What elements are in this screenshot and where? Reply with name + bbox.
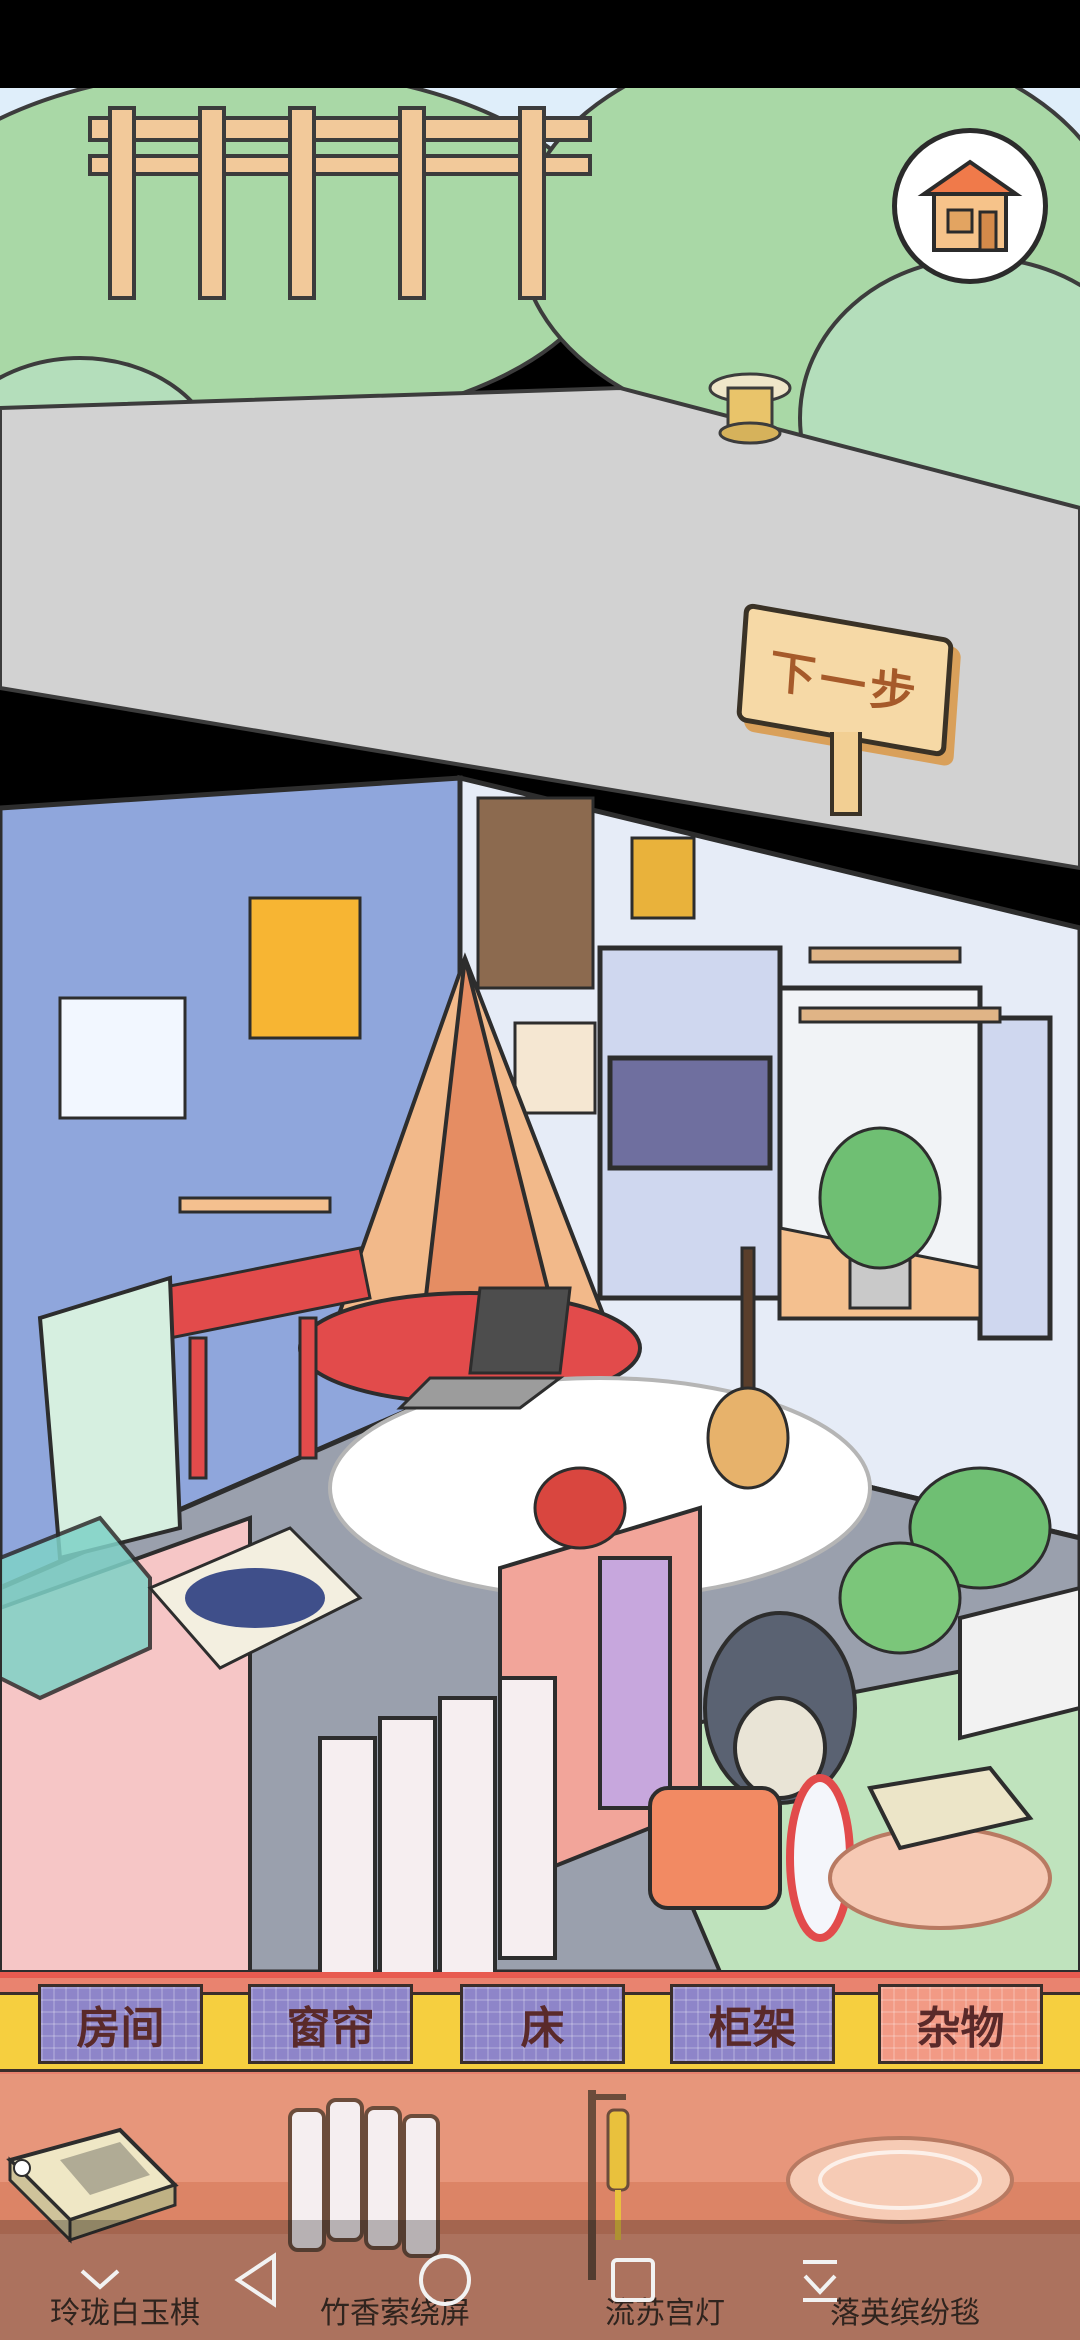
easel-painting [37, 1275, 183, 1561]
collapse-button[interactable] [55, 2240, 145, 2320]
category-tab-bar: 房间 窗帘 床 柜架 杂物 [0, 1972, 1080, 2074]
cork-board [513, 1021, 597, 1115]
back-button[interactable] [212, 2240, 302, 2320]
tab-curtain[interactable]: 窗帘 [248, 1984, 413, 2064]
tab-bed[interactable]: 床 [460, 1984, 625, 2064]
dragon-poster [248, 896, 362, 1040]
small-poster [630, 836, 696, 920]
wall-shelf [798, 1006, 1002, 1024]
armchair [648, 1786, 782, 1910]
house-icon [917, 159, 1023, 252]
wall-shelf [808, 946, 962, 964]
sign-post [830, 732, 862, 816]
download-icon [803, 2260, 837, 2302]
flower-vase [533, 1466, 627, 1550]
tab-misc[interactable]: 杂物 [878, 1984, 1043, 2064]
room-illustration [0, 88, 1080, 1972]
next-step-sign[interactable]: 下一步 [736, 602, 954, 816]
home-button[interactable] [892, 128, 1048, 284]
tab-cabinet[interactable]: 柜架 [670, 1984, 835, 2064]
home-circle-icon [419, 2254, 471, 2306]
tab-room[interactable]: 房间 [38, 1984, 203, 2064]
system-nav-bar [0, 2220, 1080, 2340]
back-icon [234, 2252, 276, 2308]
round-rug [828, 1826, 1052, 1930]
totoro-plush [703, 1611, 857, 1805]
recents-button[interactable] [588, 2240, 678, 2320]
home-nav-button[interactable] [400, 2240, 490, 2320]
collapse-icon [80, 2269, 120, 2290]
status-bar [0, 0, 1080, 88]
room-scene[interactable] [0, 88, 1080, 1972]
bookshelf [178, 1196, 332, 1214]
recents-icon [611, 2258, 655, 2302]
download-button[interactable] [775, 2240, 865, 2320]
world-map-poster [58, 996, 187, 1120]
movie-poster [476, 796, 595, 990]
